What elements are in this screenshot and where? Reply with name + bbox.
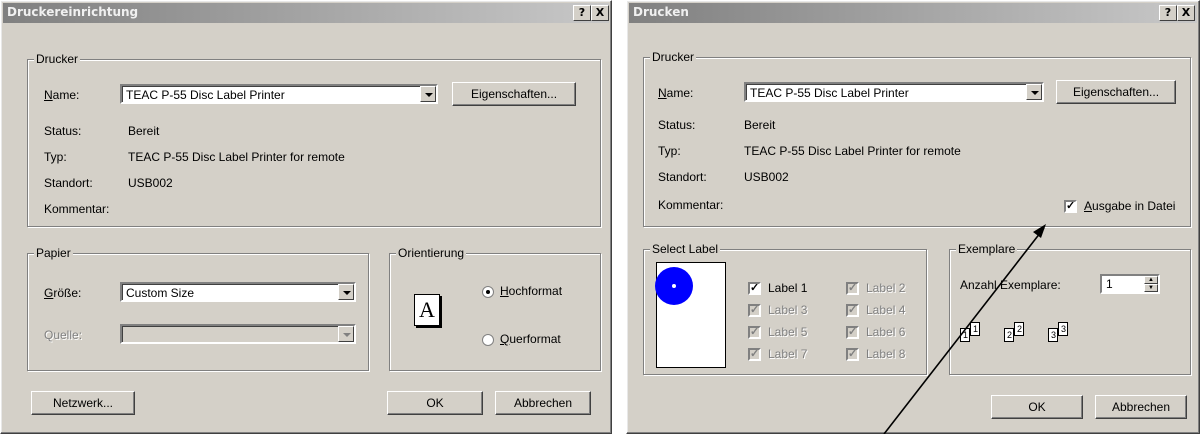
label-3-checkbox: ✓ (748, 304, 761, 317)
location-value: USB002 (128, 176, 173, 190)
help-button[interactable]: ? (573, 5, 591, 21)
page-icon: 3 (1058, 322, 1068, 336)
label-5-checkbox: ✓ (748, 326, 761, 339)
chevron-down-icon[interactable] (1026, 84, 1042, 100)
label-preview (655, 262, 726, 368)
orientation-group-legend: Orientierung (396, 246, 467, 260)
label-4-checkbox: ✓ (846, 304, 859, 317)
chevron-down-icon (338, 326, 354, 342)
page-icon: 1 (970, 322, 980, 336)
type-label: Typ: (44, 150, 67, 164)
printer-name-value: TEAC P-55 Disc Label Printer (126, 88, 285, 102)
paper-group: Papier Größe: Custom Size Quelle: (27, 246, 369, 371)
landscape-radio[interactable] (482, 334, 494, 346)
page-icon: 3 (1048, 328, 1058, 342)
landscape-label[interactable]: Querformat (500, 332, 561, 346)
paper-source-select (120, 324, 356, 344)
status-value: Bereit (744, 118, 776, 132)
label-8-text: Label 8 (866, 347, 906, 361)
dialog-title: Drucken (633, 5, 689, 19)
status-label: Status: (44, 124, 82, 138)
file-output-label[interactable]: Ausgabe in Datei (1084, 199, 1175, 213)
orientation-group: Orientierung A Hochformat Querformat (389, 246, 601, 371)
type-value: TEAC P-55 Disc Label Printer for remote (744, 144, 961, 158)
ok-button[interactable]: OK (991, 395, 1083, 419)
source-label: Quelle: (44, 328, 83, 342)
printer-name-value: TEAC P-55 Disc Label Printer (750, 86, 909, 100)
copies-legend: Exemplare (956, 242, 1018, 256)
location-label: Standort: (658, 170, 707, 184)
paper-size-value: Custom Size (126, 286, 195, 300)
print-dialog: Drucken ? X Drucker Name: TEAC P-55 Disc… (626, 0, 1200, 434)
printer-group-legend: Drucker (650, 50, 697, 64)
name-label: Name: (44, 88, 80, 102)
spin-down-icon[interactable]: ▼ (1144, 284, 1158, 292)
page-icon: 2 (1014, 322, 1024, 336)
size-label: Größe: (44, 286, 82, 300)
type-value: TEAC P-55 Disc Label Printer for remote (128, 150, 345, 164)
help-button[interactable]: ? (1159, 5, 1177, 21)
label-2-checkbox: ✓ (846, 282, 859, 295)
label-7-text: Label 7 (768, 347, 808, 361)
label-4-text: Label 4 (866, 303, 906, 317)
copies-count-label: Anzahl Exemplare: (960, 278, 1061, 292)
label-6-checkbox: ✓ (846, 326, 859, 339)
label-6-text: Label 6 (866, 325, 906, 339)
paper-group-legend: Papier (34, 246, 73, 260)
properties-button[interactable]: Eigenschaften... (452, 82, 576, 106)
label-7-checkbox: ✓ (748, 348, 761, 361)
chevron-down-icon[interactable] (420, 86, 436, 102)
dialog-title: Druckereinrichtung (7, 5, 139, 19)
select-label-legend: Select Label (650, 242, 721, 256)
label-3-text: Label 3 (768, 303, 808, 317)
location-value: USB002 (744, 170, 789, 184)
printer-group-legend: Drucker (34, 52, 81, 66)
page-icon-letter: A (419, 297, 435, 322)
select-label-group: Select Label ✓ Label 1 ✓ Label 2 ✓ Label… (643, 242, 927, 375)
disc-hole (672, 284, 676, 288)
copies-spinner[interactable]: 1 ▲ ▼ (1100, 274, 1160, 294)
printer-group: Drucker Name: TEAC P-55 Disc Label Print… (643, 50, 1191, 227)
status-label: Status: (658, 118, 696, 132)
paper-size-select[interactable]: Custom Size (120, 282, 356, 302)
file-output-checkbox[interactable]: ✓ (1064, 200, 1077, 213)
collate-pages-icon: 1 1 2 2 3 3 (960, 310, 1100, 350)
title-bar[interactable]: Drucken ? X (629, 3, 1197, 23)
portrait-page-icon: A (414, 294, 440, 326)
cancel-button[interactable]: Abbrechen (1095, 395, 1187, 419)
copies-group: Exemplare Anzahl Exemplare: 1 ▲ ▼ 1 1 2 … (949, 242, 1191, 375)
cancel-button[interactable]: Abbrechen (495, 391, 591, 415)
label-5-text: Label 5 (768, 325, 808, 339)
disc-icon (655, 267, 693, 305)
page-icon: 2 (1004, 328, 1014, 342)
portrait-radio[interactable] (482, 286, 494, 298)
printer-group: Drucker Name: TEAC P-55 Disc Label Print… (27, 52, 601, 227)
status-value: Bereit (128, 124, 160, 138)
location-label: Standort: (44, 176, 93, 190)
ok-button[interactable]: OK (387, 391, 483, 415)
close-button[interactable]: X (1177, 5, 1195, 21)
type-label: Typ: (658, 144, 681, 158)
spin-up-icon[interactable]: ▲ (1144, 276, 1158, 284)
name-label: Name: (658, 86, 694, 100)
label-1-checkbox[interactable]: ✓ (748, 282, 761, 295)
chevron-down-icon[interactable] (338, 284, 354, 300)
title-bar[interactable]: Druckereinrichtung ? X (3, 3, 609, 23)
portrait-label[interactable]: Hochformat (500, 284, 562, 298)
network-button[interactable]: Netzwerk... (31, 391, 135, 415)
printer-name-select[interactable]: TEAC P-55 Disc Label Printer (744, 82, 1044, 102)
label-8-checkbox: ✓ (846, 348, 859, 361)
label-1-text[interactable]: Label 1 (768, 281, 807, 295)
printer-setup-dialog: Druckereinrichtung ? X Drucker Name: TEA… (0, 0, 612, 434)
close-button[interactable]: X (591, 5, 609, 21)
copies-count-value: 1 (1106, 277, 1113, 291)
page-icon: 1 (960, 328, 970, 342)
label-2-text: Label 2 (866, 281, 906, 295)
comment-label: Kommentar: (658, 198, 724, 212)
printer-name-select[interactable]: TEAC P-55 Disc Label Printer (120, 84, 438, 104)
properties-button[interactable]: Eigenschaften... (1056, 80, 1176, 104)
comment-label: Kommentar: (44, 202, 110, 216)
